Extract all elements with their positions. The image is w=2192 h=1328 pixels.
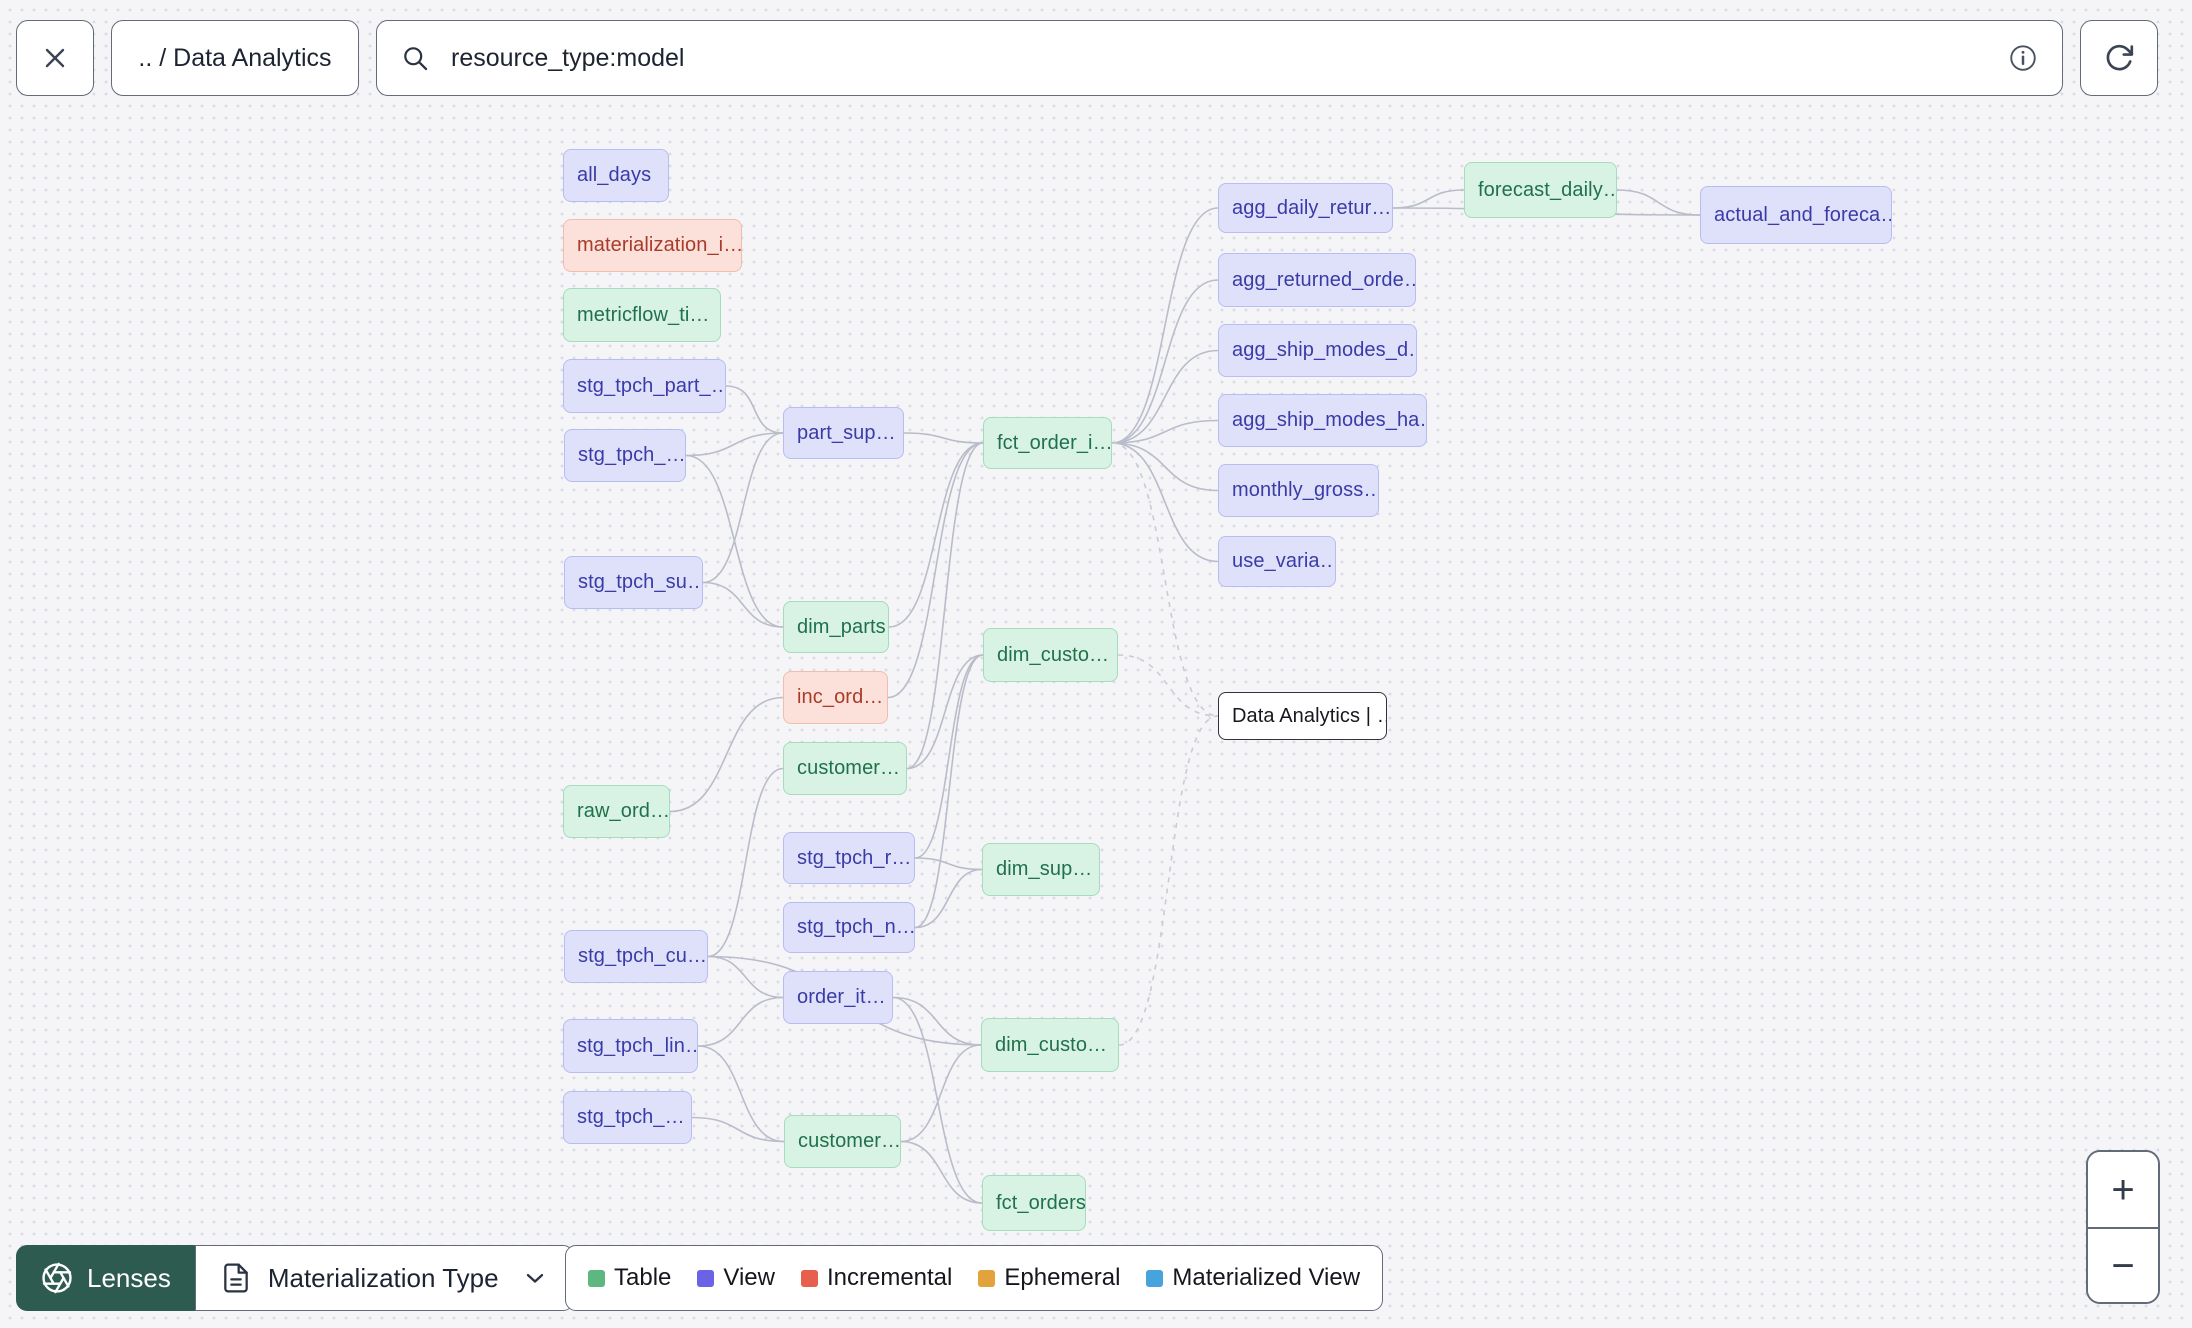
aperture-icon (42, 1262, 72, 1294)
graph-node-metricflow_ti[interactable]: metricflow_ti… (563, 288, 721, 342)
graph-node-dim_custo_a[interactable]: dim_custo… (983, 628, 1118, 682)
graph-node-stg_tpch_r[interactable]: stg_tpch_r… (783, 832, 915, 884)
materialization-legend: Table View Incremental Ephemeral Materialize… (565, 1245, 1384, 1311)
graph-node-stg_tpch_cu[interactable]: stg_tpch_cu… (564, 930, 708, 983)
legend-item-ephemeral: Ephemeral (978, 1264, 1120, 1292)
legend-swatch (1146, 1269, 1164, 1287)
legend-label: Incremental (826, 1264, 953, 1291)
graph-node-actual_and_foreca[interactable]: actual_and_foreca… (1700, 186, 1892, 244)
graph-node-stg_tpch_lin[interactable]: stg_tpch_lin… (563, 1019, 698, 1073)
graph-node-stg_tpch_b[interactable]: stg_tpch_… (563, 1091, 692, 1144)
graph-node-fct_orders[interactable]: fct_orders (982, 1175, 1086, 1231)
legend-label: Materialized View (1172, 1264, 1361, 1291)
graph-node-part_sup[interactable]: part_sup… (783, 407, 904, 459)
lens-controls: Lenses Materialization Type (16, 1245, 574, 1311)
legend-item-view: View (697, 1264, 775, 1292)
graph-node-dim_parts[interactable]: dim_parts (783, 601, 889, 653)
lineage-graph-app: all_days materialization_i… metricflow_ti…… (0, 0, 2192, 1328)
document-icon (224, 1263, 248, 1293)
graph-node-materialization_i[interactable]: materialization_i… (563, 219, 742, 272)
search-input[interactable] (449, 42, 1988, 74)
close-button[interactable] (16, 20, 94, 96)
graph-node-order_it[interactable]: order_it… (783, 971, 893, 1024)
legend-swatch (588, 1269, 605, 1287)
legend-label: View (723, 1264, 775, 1291)
graph-node-all_days[interactable]: all_days (563, 149, 669, 202)
graph-node-customer_a[interactable]: customer… (783, 742, 907, 795)
graph-node-agg_ship_modes_ha[interactable]: agg_ship_modes_ha… (1218, 394, 1427, 447)
search-icon (404, 47, 428, 71)
legend-item-table: Table (588, 1264, 671, 1292)
zoom-in-button[interactable]: + (2088, 1152, 2158, 1227)
legend-item-materialized-view: Materialized View (1146, 1264, 1360, 1292)
lens-selector[interactable]: Materialization Type (194, 1245, 574, 1311)
chevron-down-icon (526, 1273, 543, 1283)
breadcrumb-label: .. / Data Analytics (138, 43, 332, 72)
legend-swatch (697, 1269, 715, 1287)
graph-node-stg_tpch_su[interactable]: stg_tpch_su… (564, 556, 703, 609)
graph-node-use_varia[interactable]: use_varia… (1218, 536, 1336, 587)
graph-node-stg_tpch_a[interactable]: stg_tpch_… (564, 429, 686, 482)
lenses-button[interactable]: Lenses (16, 1245, 195, 1311)
graph-node-agg_daily_retur[interactable]: agg_daily_retur… (1218, 183, 1393, 233)
graph-node-agg_ship_modes_d[interactable]: agg_ship_modes_d… (1218, 324, 1417, 377)
graph-node-agg_returned_orde[interactable]: agg_returned_orde… (1218, 253, 1416, 307)
graph-node-forecast_daily[interactable]: forecast_daily… (1464, 162, 1617, 218)
graph-node-raw_ord[interactable]: raw_ord… (563, 785, 670, 838)
graph-node-dim_custo_b[interactable]: dim_custo… (981, 1018, 1119, 1072)
lenses-label: Lenses (87, 1262, 171, 1293)
close-icon (45, 48, 65, 68)
lens-selected-label: Materialization Type (267, 1262, 499, 1293)
legend-label: Table (614, 1264, 672, 1291)
graph-node-monthly_gross[interactable]: monthly_gross… (1218, 464, 1379, 517)
graph-node-stg_tpch_part[interactable]: stg_tpch_part_… (563, 359, 726, 413)
graph-node-project_data_analytics[interactable]: Data Analytics | … (1218, 692, 1387, 740)
graph-node-inc_ord[interactable]: inc_ord… (783, 671, 888, 724)
zoom-controls: + − (2086, 1150, 2160, 1304)
zoom-out-button[interactable]: − (2088, 1227, 2158, 1302)
top-bar: .. / Data Analytics (16, 20, 2158, 96)
refresh-button[interactable] (2080, 20, 2158, 96)
graph-node-customer_b[interactable]: customer… (784, 1115, 901, 1168)
graph-node-stg_tpch_n[interactable]: stg_tpch_n… (783, 902, 915, 953)
legend-item-incremental: Incremental (800, 1264, 953, 1292)
info-icon[interactable] (2008, 43, 2038, 73)
legend-swatch (800, 1269, 818, 1287)
legend-swatch (978, 1269, 996, 1287)
graph-node-fct_order_i[interactable]: fct_order_i… (983, 417, 1112, 469)
graph-nodes: all_days materialization_i… metricflow_ti…… (0, 0, 2192, 1328)
search-bar (376, 20, 2063, 96)
breadcrumb[interactable]: .. / Data Analytics (111, 20, 359, 96)
graph-node-dim_sup[interactable]: dim_sup… (982, 843, 1100, 896)
refresh-icon (2106, 44, 2134, 71)
legend-label: Ephemeral (1004, 1264, 1121, 1291)
